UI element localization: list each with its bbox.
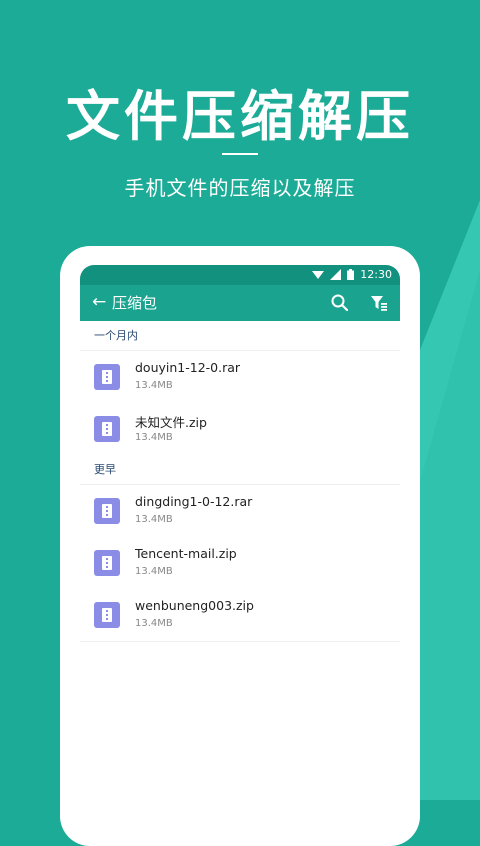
file-size: 13.4MB	[135, 432, 173, 443]
hero-title: 文件压缩解压	[66, 84, 414, 148]
file-name: wenbuneng003.zip	[135, 598, 254, 613]
hero-subtitle: 手机文件的压缩以及解压	[124, 176, 356, 200]
file-size: 13.4MB	[135, 566, 173, 577]
archive-file-icon	[94, 602, 120, 628]
section-header-earlier: 更早	[80, 455, 400, 485]
search-icon[interactable]	[330, 293, 350, 313]
back-button[interactable]: ←	[92, 292, 106, 312]
signal-icon	[330, 269, 342, 280]
list-item[interactable]: wenbuneng003.zip 13.4MB	[80, 589, 400, 642]
archive-file-icon	[94, 498, 120, 524]
phone-screen: 12:30 ← 压缩包 一个月内 douyin1-12-0.rar 13.4MB…	[80, 265, 400, 805]
status-bar: 12:30	[80, 265, 400, 285]
list-item[interactable]: douyin1-12-0.rar 13.4MB	[80, 351, 400, 404]
file-size: 13.4MB	[135, 514, 173, 525]
list-item[interactable]: 未知文件.zip 13.4MB	[80, 403, 400, 456]
battery-icon	[347, 269, 355, 280]
archive-file-icon	[94, 416, 120, 442]
archive-file-icon	[94, 550, 120, 576]
app-bar: ← 压缩包	[80, 285, 400, 321]
file-name: Tencent-mail.zip	[135, 546, 237, 561]
file-name: douyin1-12-0.rar	[135, 360, 241, 375]
file-name: dingding1-0-12.rar	[135, 494, 253, 509]
wifi-icon	[312, 270, 325, 279]
status-time: 12:30	[360, 268, 392, 281]
app-bar-title: 压缩包	[112, 294, 158, 312]
file-size: 13.4MB	[135, 380, 173, 391]
file-size: 13.4MB	[135, 618, 173, 629]
section-header-month: 一个月内	[80, 321, 400, 351]
archive-file-icon	[94, 364, 120, 390]
list-item[interactable]: Tencent-mail.zip 13.4MB	[80, 537, 400, 590]
list-item[interactable]: dingding1-0-12.rar 13.4MB	[80, 485, 400, 538]
hero-divider	[222, 153, 258, 155]
filter-icon[interactable]	[369, 293, 389, 313]
file-name: 未知文件.zip	[135, 415, 207, 430]
